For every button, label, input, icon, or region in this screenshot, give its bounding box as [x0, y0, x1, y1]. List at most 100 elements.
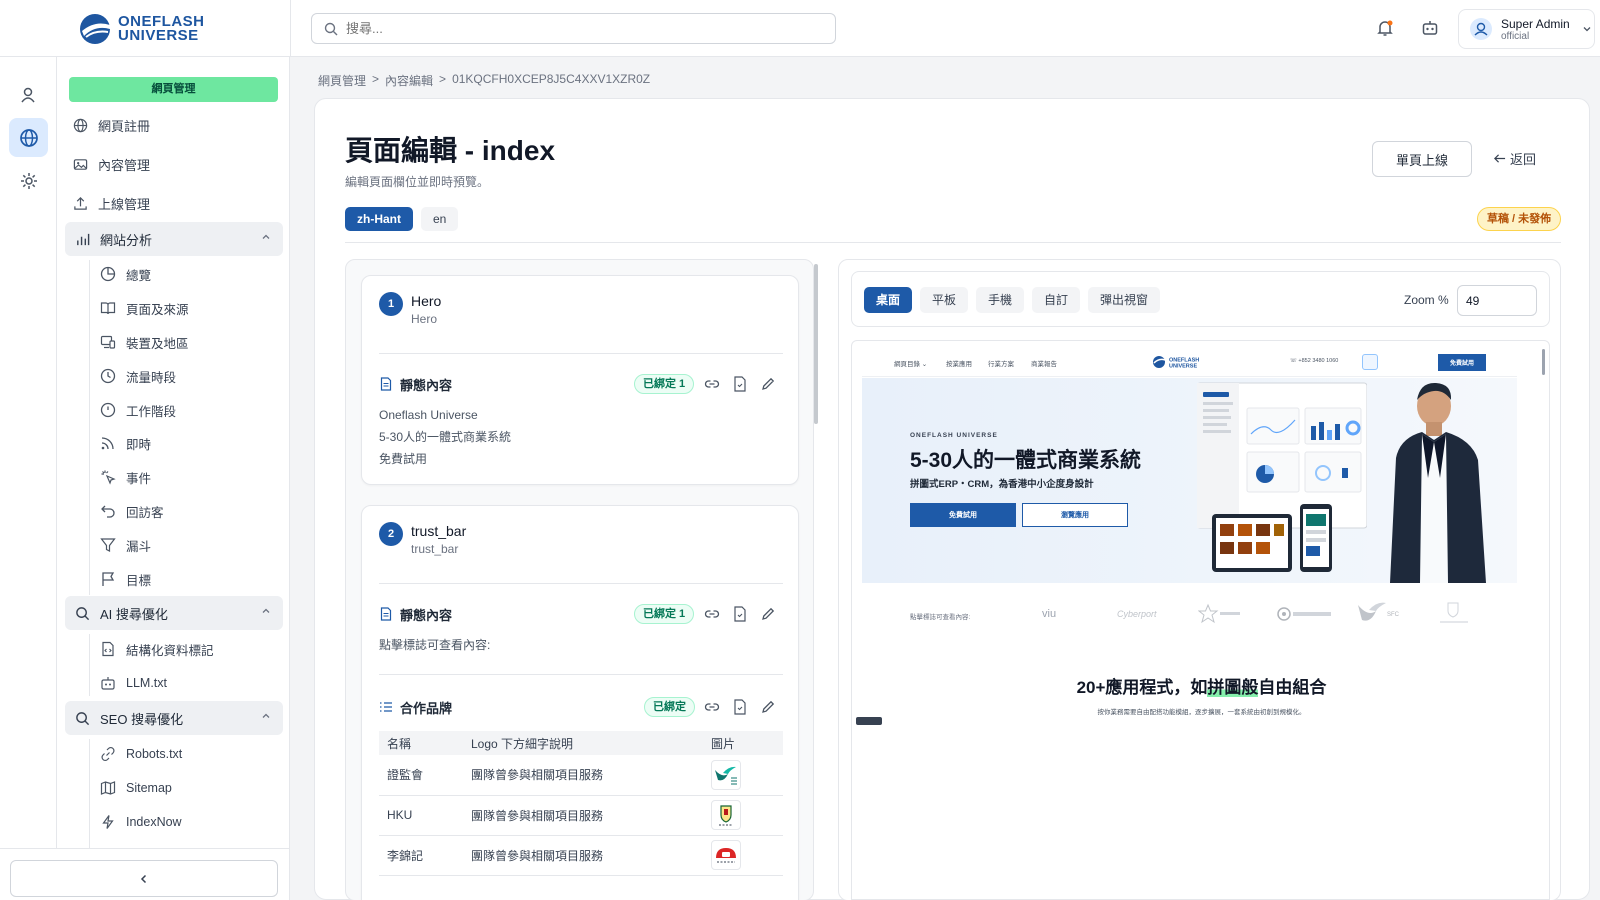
search-input[interactable]: [346, 21, 816, 36]
table-row[interactable]: 證監會 團隊曾參與相關項目服務: [379, 755, 783, 796]
site-lang-toggle[interactable]: [1362, 354, 1378, 370]
block-card-trust-bar: 2 trust_bar trust_bar 靜態內容 已綁定 1 點擊標誌可查看…: [361, 505, 799, 900]
link-button[interactable]: [703, 605, 721, 623]
file-button[interactable]: [731, 605, 749, 623]
sidebar-item-devices-regions[interactable]: 裝置及地區: [100, 328, 189, 356]
zoom-input[interactable]: [1457, 285, 1537, 316]
sidebar-item-indexnow[interactable]: IndexNow: [100, 808, 182, 836]
assistant-button[interactable]: [1418, 16, 1442, 40]
sidebar-item-sitemap[interactable]: Sitemap: [100, 774, 172, 802]
list-icon: [380, 702, 392, 712]
sidebar-item-overview[interactable]: 總覽: [100, 260, 151, 288]
sidebar-item-deploy-management[interactable]: 上線管理: [73, 188, 150, 218]
breadcrumb-item[interactable]: 網頁管理: [318, 72, 366, 89]
viu-logo[interactable]: viu: [1042, 608, 1056, 620]
sidebar-item-label: IndexNow: [126, 815, 182, 829]
bound-badge: 已綁定: [644, 697, 695, 717]
sidebar-group-ai-search[interactable]: AI 搜尋優化: [65, 596, 283, 630]
sidebar-item-llm-txt[interactable]: LLM.txt: [100, 669, 167, 697]
block-divider: [379, 674, 783, 675]
tab-device-desktop[interactable]: 桌面: [864, 287, 913, 313]
sidebar-item-label: Sitemap: [126, 781, 172, 795]
user-avatar-icon: [1470, 18, 1492, 40]
sidebar-item-funnel[interactable]: 漏斗: [100, 531, 151, 559]
edit-button[interactable]: [759, 375, 777, 393]
status-badge: 草稿 / 未發佈: [1477, 207, 1562, 231]
hero-secondary-button[interactable]: 瀏覽應用: [1022, 503, 1128, 527]
crest-logo-icon[interactable]: [1434, 601, 1474, 627]
gear-icon: [20, 172, 37, 189]
breadcrumb-separator: >: [439, 72, 447, 86]
tab-device-mobile[interactable]: 手機: [976, 287, 1025, 313]
file-button[interactable]: [731, 375, 749, 393]
bound-badge: 已綁定 1: [634, 604, 695, 624]
sfc-logo-image[interactable]: [711, 759, 741, 790]
brand-line-2: UNIVERSE: [118, 27, 199, 44]
edit-button[interactable]: [759, 698, 777, 716]
star-logo-icon[interactable]: [1198, 603, 1242, 625]
rail-settings-button[interactable]: [9, 161, 48, 200]
rail-users-button[interactable]: [9, 75, 48, 114]
hero-primary-button[interactable]: 免費試用: [910, 503, 1016, 527]
edit-button[interactable]: [759, 605, 777, 623]
search-box[interactable]: [311, 13, 836, 44]
sidebar-group-seo[interactable]: SEO 搜尋優化: [65, 701, 283, 735]
lkk-logo-image[interactable]: [711, 840, 741, 870]
breadcrumb-item[interactable]: 內容編輯: [385, 72, 433, 89]
tab-lang-en[interactable]: en: [421, 207, 459, 231]
sidebar-item-realtime[interactable]: 即時: [100, 429, 151, 457]
sidebar-group-analytics[interactable]: 網站分析: [65, 222, 283, 256]
sidebar-item-structured-data[interactable]: 結構化資料標記: [100, 635, 214, 663]
tab-lang-zh-hant[interactable]: zh-Hant: [345, 207, 413, 231]
collapse-sidebar-button[interactable]: [10, 860, 278, 897]
preview-frame[interactable]: 網頁目錄 ⌄ 按業應用 行業方案 商業報告 ONEFLASH UNIVERSE ☏…: [851, 340, 1550, 900]
tab-device-popup[interactable]: 彈出視窗: [1088, 287, 1161, 313]
cyberport-logo[interactable]: Cyberport: [1117, 609, 1157, 619]
logo-mark-icon: [80, 14, 110, 44]
brand-name: 證監會: [379, 755, 463, 796]
file-button[interactable]: [731, 698, 749, 716]
sidebar-item-robots[interactable]: Robots.txt: [100, 740, 182, 768]
link-button[interactable]: [703, 375, 721, 393]
image-icon: [73, 158, 88, 170]
sidebar-item-goals[interactable]: 目標: [100, 565, 151, 593]
sidebar-item-pages-sources[interactable]: 頁面及來源: [100, 294, 189, 322]
section-title: 靜態內容: [400, 377, 453, 393]
section-title: 靜態內容: [400, 607, 453, 623]
site-nav-link[interactable]: 按業應用: [946, 358, 972, 368]
gear-logo-icon[interactable]: [1276, 605, 1332, 623]
tab-device-custom[interactable]: 自訂: [1032, 287, 1081, 313]
site-nav-link[interactable]: 行業方案: [988, 358, 1014, 368]
block-editor-panel[interactable]: 1 Hero Hero 靜態內容 已綁定 1 Oneflash Universe…: [345, 259, 814, 900]
site-cta-button[interactable]: 免費試用: [1438, 354, 1486, 371]
hku-logo-image[interactable]: [711, 800, 741, 830]
brand-description: 團隊曾參與相關項目服務: [463, 755, 703, 796]
brand-logo[interactable]: ONEFLASH UNIVERSE: [78, 12, 205, 46]
pencil-icon: [762, 377, 775, 390]
sidebar-item-label: Robots.txt: [126, 747, 183, 761]
tab-device-tablet[interactable]: 平板: [920, 287, 969, 313]
sidebar-item-web-registration[interactable]: 網頁註冊: [73, 110, 150, 140]
sidebar-item-returning-visitors[interactable]: 回訪客: [100, 497, 164, 525]
sidebar-item-events[interactable]: 事件: [100, 463, 151, 491]
content-line: 點擊標誌可查看內容:: [379, 638, 491, 652]
editor-scrollbar[interactable]: [814, 264, 818, 424]
site-nav-link[interactable]: 網頁目錄 ⌄: [894, 358, 927, 368]
table-row[interactable]: HKU 團隊曾參與相關項目服務: [379, 795, 783, 836]
frame-scrollbar[interactable]: [1542, 349, 1545, 375]
site-nav-link[interactable]: 商業報告: [1031, 358, 1057, 368]
notification-button[interactable]: [1373, 16, 1397, 40]
sidebar-tree-line: [89, 260, 90, 595]
sidebar-item-content-management[interactable]: 內容管理: [73, 149, 150, 179]
back-button[interactable]: 返回: [1493, 149, 1536, 168]
publish-page-button[interactable]: 單頁上線: [1372, 141, 1472, 177]
sidebar-item-traffic-time[interactable]: 流量時段: [100, 362, 176, 390]
block-type: trust_bar: [411, 542, 459, 556]
sidebar-item-sessions[interactable]: 工作階段: [100, 396, 176, 424]
rail-web-button[interactable]: [9, 118, 48, 157]
clock-icon: [100, 368, 116, 384]
table-row[interactable]: 李錦記 團隊曾參與相關項目服務: [379, 835, 783, 876]
sidebar-section-web-management[interactable]: 網頁管理: [69, 77, 278, 102]
user-menu[interactable]: Super Admin official: [1458, 9, 1595, 49]
link-button[interactable]: [703, 698, 721, 716]
